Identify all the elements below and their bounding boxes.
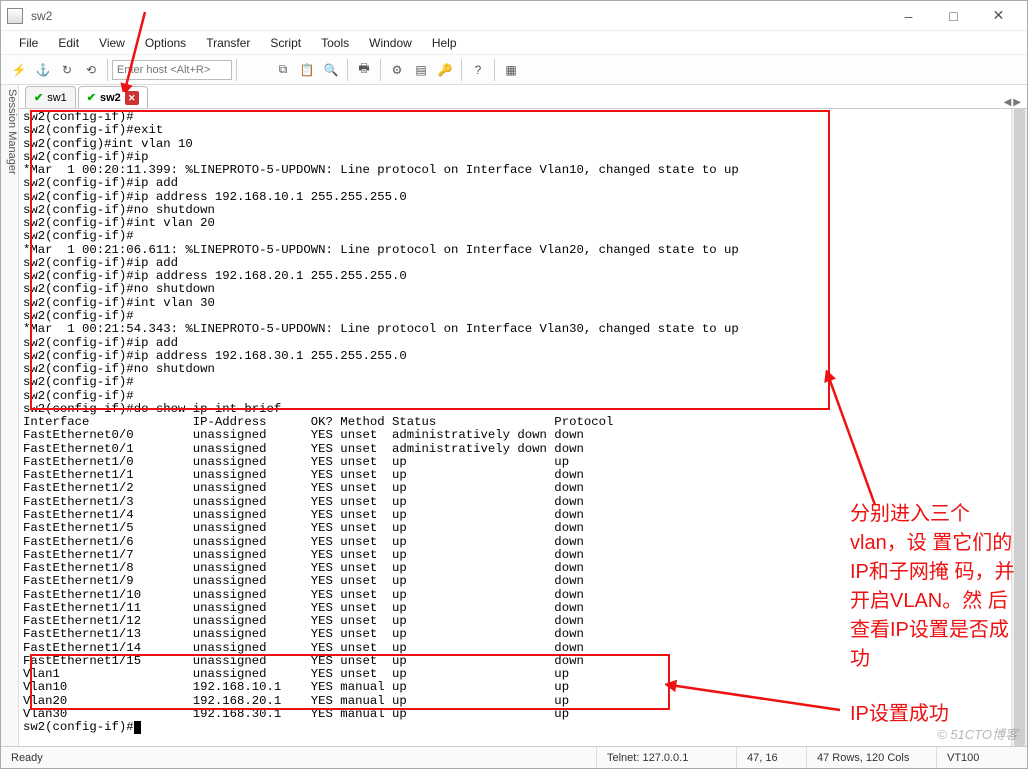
status-connection: Telnet: 127.0.0.1 [597,747,737,768]
status-size: 47 Rows, 120 Cols [807,747,937,768]
titlebar: sw2 – □ ✕ [1,1,1027,31]
toolbar-sep [236,59,237,81]
copy-icon[interactable]: ⧉ [271,58,295,82]
statusbar: Ready Telnet: 127.0.0.1 47, 16 47 Rows, … [1,746,1027,768]
annotation-text-success: IP设置成功 [850,700,949,729]
reconnect-icon[interactable]: ↻ [55,58,79,82]
menu-help[interactable]: Help [424,34,465,52]
connected-icon: ✔ [87,91,96,104]
minimize-button[interactable]: – [886,2,931,30]
menubar: File Edit View Options Transfer Script T… [1,31,1027,55]
toolbar: ⚡ ⚓ ↻ ⟲ ⧉ 📋 🔍 🖶 ⚙ ▤ 🔑 ? ▦ [1,55,1027,85]
settings-icon[interactable]: ⚙ [385,58,409,82]
app-icon [7,8,23,24]
connect-icon[interactable]: ⚓ [31,58,55,82]
menu-transfer[interactable]: Transfer [198,34,258,52]
close-button[interactable]: ✕ [976,2,1021,30]
menu-file[interactable]: File [11,34,46,52]
status-term-type: VT100 [937,747,1007,768]
help-icon[interactable]: ? [466,58,490,82]
window-title: sw2 [31,9,52,23]
tab-label: sw2 [100,92,121,104]
status-ready: Ready [1,747,597,768]
toolbar-sep [380,59,381,81]
toolbar-sep [461,59,462,81]
maximize-button[interactable]: □ [931,2,976,30]
print-icon[interactable]: 🖶 [352,58,376,82]
tab-label: sw1 [47,92,67,104]
annotation-text-main: 分别进入三个vlan，设 置它们的IP和子网掩 码，并开启VLAN。然 后查看I… [850,500,1025,674]
tab-scroll-left-icon[interactable]: ◀ [1004,97,1012,108]
find-icon[interactable]: 🔍 [319,58,343,82]
session-options-icon[interactable]: ▤ [409,58,433,82]
toolbar-sep [107,59,108,81]
disconnect-icon[interactable]: ⟲ [79,58,103,82]
tab-sw2[interactable]: ✔ sw2 ✕ [78,86,148,108]
menu-options[interactable]: Options [137,34,194,52]
toggle-panel-icon[interactable]: ▦ [499,58,523,82]
tab-close-button[interactable]: ✕ [125,91,139,105]
tab-sw1[interactable]: ✔ sw1 [25,86,76,108]
menu-edit[interactable]: Edit [50,34,87,52]
menu-tools[interactable]: Tools [313,34,357,52]
session-manager-sidebar[interactable]: Session Manager [1,85,19,746]
menu-view[interactable]: View [91,34,133,52]
connected-icon: ✔ [34,91,43,104]
toolbar-sep [494,59,495,81]
toolbar-sep [347,59,348,81]
quick-connect-icon[interactable]: ⚡ [7,58,31,82]
host-input[interactable] [112,60,232,80]
tab-scroll-right-icon[interactable]: ▶ [1013,97,1021,108]
menu-script[interactable]: Script [262,34,309,52]
tabstrip: ✔ sw1 ✔ sw2 ✕ ◀ ▶ [19,85,1027,109]
watermark: © 51CTO博客 [937,724,1018,743]
status-cursor-pos: 47, 16 [737,747,807,768]
key-icon[interactable]: 🔑 [433,58,457,82]
paste-icon[interactable]: 📋 [295,58,319,82]
menu-window[interactable]: Window [361,34,420,52]
